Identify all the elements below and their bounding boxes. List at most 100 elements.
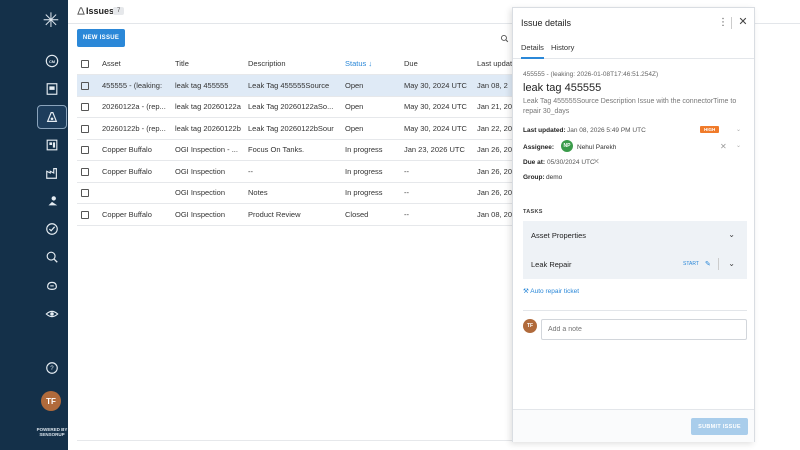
close-icon[interactable]: ✕	[737, 16, 749, 28]
table-row[interactable]: OGI Inspection Notes In progress -- Jan 26, …	[77, 182, 512, 204]
cell-asset: 455555 - (leaking:	[98, 74, 171, 97]
row-select-cell[interactable]	[77, 96, 98, 118]
row-select-cell[interactable]	[77, 203, 98, 226]
table-row[interactable]: Copper Buffalo OGI Inspection Product Revi…	[77, 203, 512, 226]
tab-details[interactable]: Details	[521, 43, 544, 59]
issue-subtitle: 455555 - (leaking: 2026-01-08T17:46:51.2…	[523, 71, 659, 78]
cell-description: Leak Tag 20260122bSour	[244, 117, 341, 140]
cell-updated: Jan 26, 20	[473, 160, 512, 183]
cell-description: Leak Tag 455555Source	[244, 74, 341, 97]
more-options-icon[interactable]: ⋮	[718, 17, 728, 29]
cell-description: Product Review	[244, 203, 341, 226]
row-select-cell[interactable]	[77, 182, 98, 204]
cell-due: May 30, 2024 UTC	[400, 74, 473, 97]
cell-description: --	[244, 160, 341, 183]
column-header-asset[interactable]: Asset	[98, 53, 171, 75]
app-logo[interactable]: ✳	[38, 8, 64, 34]
table-row[interactable]: Copper Buffalo OGI Inspection - ... Focus …	[77, 139, 512, 161]
cell-asset	[98, 182, 171, 204]
cell-status: In progress	[341, 139, 400, 161]
task-divider	[718, 258, 719, 270]
column-header-due[interactable]: Due	[400, 53, 473, 75]
cell-title: leak tag 455555	[171, 74, 244, 97]
submit-issue-button[interactable]: SUBMIT ISSUE	[691, 418, 748, 435]
row-select-cell[interactable]	[77, 74, 98, 97]
panel-tabs: Details History	[513, 37, 754, 59]
row-checkbox[interactable]	[81, 189, 89, 198]
column-header-status[interactable]: Status ↓	[341, 53, 400, 75]
check-circle-icon[interactable]	[37, 217, 67, 241]
assignee-chevron-icon[interactable]: ⌄	[736, 142, 741, 149]
column-header-title[interactable]: Title	[171, 53, 244, 75]
issues-icon[interactable]	[37, 105, 67, 129]
row-checkbox[interactable]	[81, 81, 89, 90]
tab-history[interactable]: History	[551, 43, 574, 57]
search-zoom-icon[interactable]	[37, 245, 67, 269]
cell-description: Notes	[244, 182, 341, 204]
new-issue-button[interactable]: NEW ISSUE	[77, 29, 125, 47]
cell-title: leak tag 20260122b	[171, 117, 244, 140]
user-avatar[interactable]: TF	[41, 391, 61, 411]
cell-description: Focus On Tanks.	[244, 139, 341, 161]
clear-due-icon[interactable]: ✕	[593, 157, 600, 166]
row-checkbox[interactable]	[81, 124, 89, 133]
clear-assignee-icon[interactable]: ✕	[720, 142, 727, 151]
priority-badge[interactable]: HIGH	[700, 126, 720, 133]
row-select-cell[interactable]	[77, 160, 98, 183]
wrench-icon: ⚒	[523, 288, 529, 295]
auto-repair-label: Auto repair ticket	[530, 288, 580, 295]
table-row[interactable]: 20260122a - (rep... leak tag 20260122a Lea…	[77, 96, 512, 118]
cell-updated: Jan 21, 20	[473, 96, 512, 118]
help-icon[interactable]: ?	[37, 356, 67, 380]
chevron-down-icon[interactable]: ⌄	[728, 230, 735, 239]
cell-title: leak tag 20260122a	[171, 96, 244, 118]
select-all-checkbox[interactable]	[81, 60, 89, 68]
task-leak-repair[interactable]: Leak Repair START ✎ ⌄	[523, 250, 747, 279]
gas-icon[interactable]	[37, 273, 67, 297]
section-divider	[523, 310, 747, 311]
task-asset-properties[interactable]: Asset Properties ⌄	[523, 221, 747, 250]
cell-updated: Jan 22, 20	[473, 117, 512, 140]
note-input[interactable]	[541, 319, 747, 340]
row-checkbox[interactable]	[81, 103, 89, 112]
due-value[interactable]: 05/30/2024 UTC	[547, 159, 595, 166]
cell-updated: Jan 26, 20	[473, 182, 512, 204]
note-avatar: TF	[523, 319, 537, 333]
cell-title: OGI Inspection	[171, 182, 244, 204]
pencil-icon[interactable]: ✎	[705, 260, 711, 268]
table-row[interactable]: 455555 - (leaking: leak tag 455555 Leak Ta…	[77, 74, 512, 97]
row-checkbox[interactable]	[81, 146, 89, 155]
panel-title: Issue details	[521, 18, 572, 28]
auto-repair-link[interactable]: ⚒ Auto repair ticket	[523, 287, 579, 295]
map-book-icon[interactable]	[37, 77, 67, 101]
row-select-cell[interactable]	[77, 117, 98, 140]
cell-status: Closed	[341, 203, 400, 226]
issue-name[interactable]: leak tag 455555	[523, 82, 601, 94]
search-icon[interactable]	[500, 34, 509, 43]
cm-icon[interactable]: CM	[37, 49, 67, 73]
eye-icon[interactable]	[37, 302, 67, 326]
priority-chevron-icon[interactable]: ⌄	[736, 126, 741, 133]
column-header-last-updated[interactable]: Last updat	[473, 53, 512, 75]
chevron-down-icon[interactable]: ⌄	[728, 259, 735, 268]
task-start-button[interactable]: START	[683, 261, 699, 267]
cell-status: Open	[341, 117, 400, 140]
select-all-cell[interactable]	[77, 53, 98, 75]
assignee-value[interactable]: Nehul Parekh	[577, 144, 616, 151]
row-checkbox[interactable]	[81, 167, 89, 176]
people-icon[interactable]	[37, 189, 67, 213]
column-header-description[interactable]: Description	[244, 53, 341, 75]
row-select-cell[interactable]	[77, 139, 98, 161]
panel-footer: SUBMIT ISSUE	[513, 409, 754, 442]
task-label: Leak Repair	[531, 260, 572, 269]
table-row[interactable]: 20260122b - (rep... leak tag 20260122b Lea…	[77, 117, 512, 140]
issue-description[interactable]: Leak Tag 455555Source Description Issue …	[523, 97, 748, 117]
cell-due: Jan 23, 2026 UTC	[400, 139, 473, 161]
due-label: Due at:	[523, 159, 546, 166]
dashboard-icon[interactable]	[37, 133, 67, 157]
table-row[interactable]: Copper Buffalo OGI Inspection -- In progres…	[77, 160, 512, 183]
cell-title: OGI Inspection - ...	[171, 139, 244, 161]
group-value[interactable]: demo	[546, 174, 562, 181]
row-checkbox[interactable]	[81, 210, 89, 219]
factory-icon[interactable]	[37, 161, 67, 185]
